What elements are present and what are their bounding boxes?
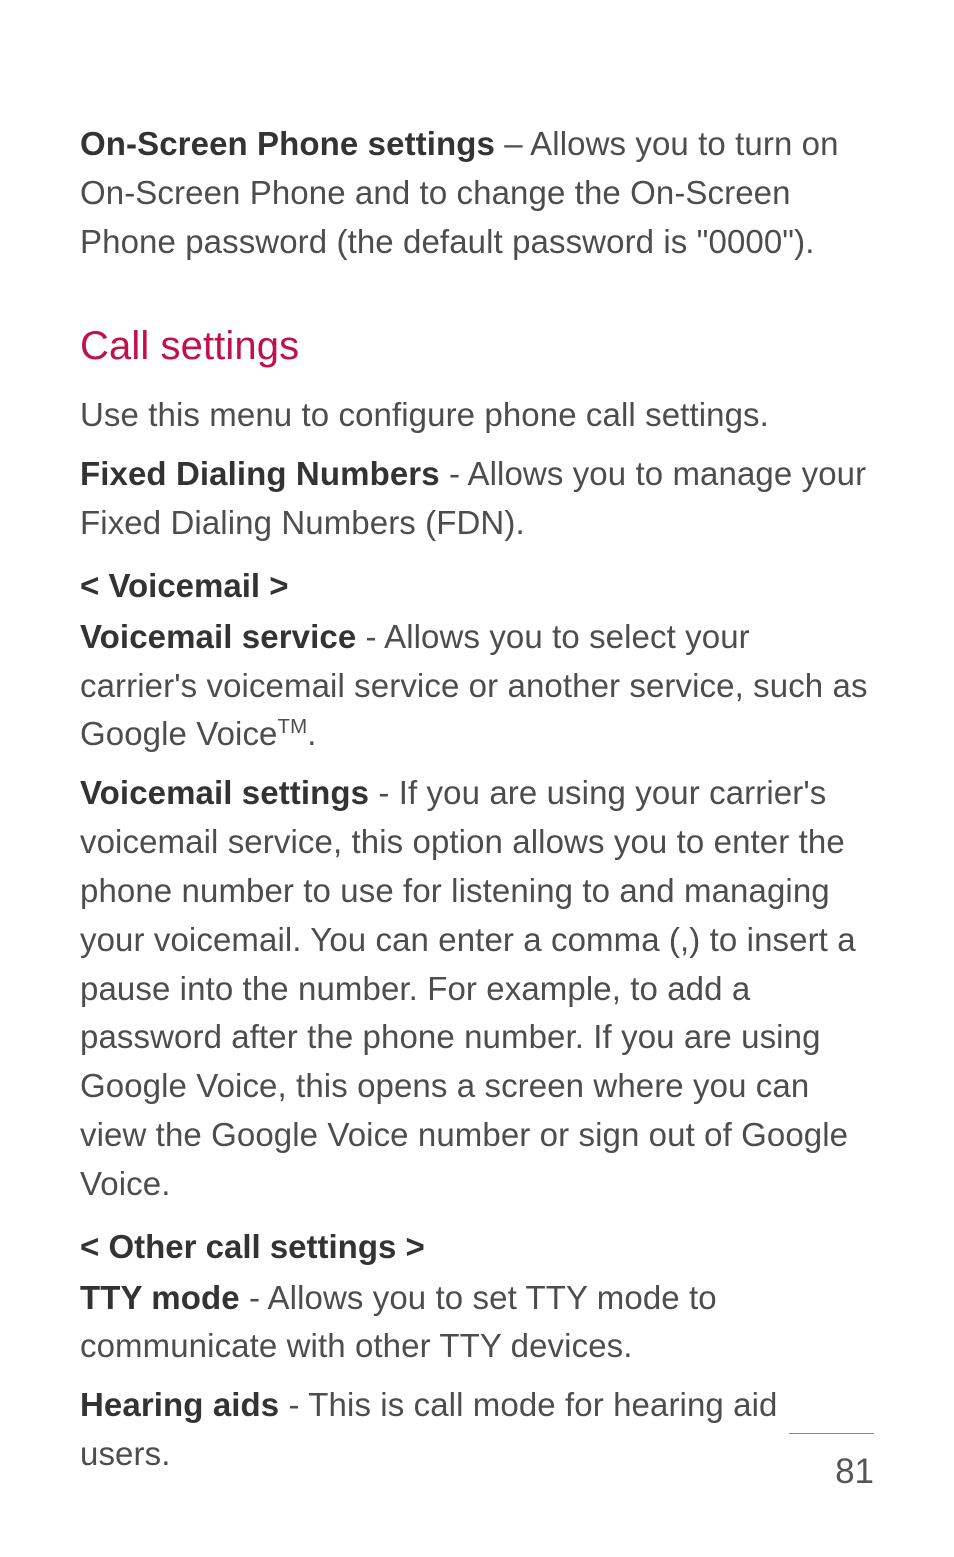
subheading-voicemail: < Voicemail > xyxy=(80,562,874,611)
bold-voicemail-service: Voicemail service xyxy=(80,618,356,655)
bold-voicemail-settings: Voicemail settings xyxy=(80,774,369,811)
heading-call-settings: Call settings xyxy=(80,324,874,369)
page-number: 81 xyxy=(789,1452,874,1492)
bold-hearing-aids: Hearing aids xyxy=(80,1386,279,1423)
paragraph-fdn: Fixed Dialing Numbers - Allows you to ma… xyxy=(80,450,874,548)
text-vm-settings-rest: - If you are using your carrier's voicem… xyxy=(80,774,856,1202)
paragraph-hearing-aids: Hearing aids - This is call mode for hea… xyxy=(80,1381,874,1479)
document-page: On-Screen Phone settings – Allows you to… xyxy=(0,0,954,1557)
page-footer: 81 xyxy=(789,1433,874,1492)
subheading-other-call-settings: < Other call settings > xyxy=(80,1223,874,1272)
bold-on-screen-phone-settings: On-Screen Phone settings xyxy=(80,125,495,162)
paragraph-onscreen-phone: On-Screen Phone settings – Allows you to… xyxy=(80,120,874,266)
paragraph-tty-mode: TTY mode - Allows you to set TTY mode to… xyxy=(80,1274,874,1372)
paragraph-voicemail-settings: Voicemail settings - If you are using yo… xyxy=(80,769,874,1208)
paragraph-use-menu: Use this menu to configure phone call se… xyxy=(80,391,874,440)
paragraph-voicemail-service: Voicemail service - Allows you to select… xyxy=(80,613,874,759)
page-number-divider xyxy=(789,1433,874,1434)
bold-tty-mode: TTY mode xyxy=(80,1279,240,1316)
text-vm-service-post: . xyxy=(307,715,316,752)
superscript-tm: TM xyxy=(278,715,308,738)
bold-fixed-dialing-numbers: Fixed Dialing Numbers xyxy=(80,455,440,492)
